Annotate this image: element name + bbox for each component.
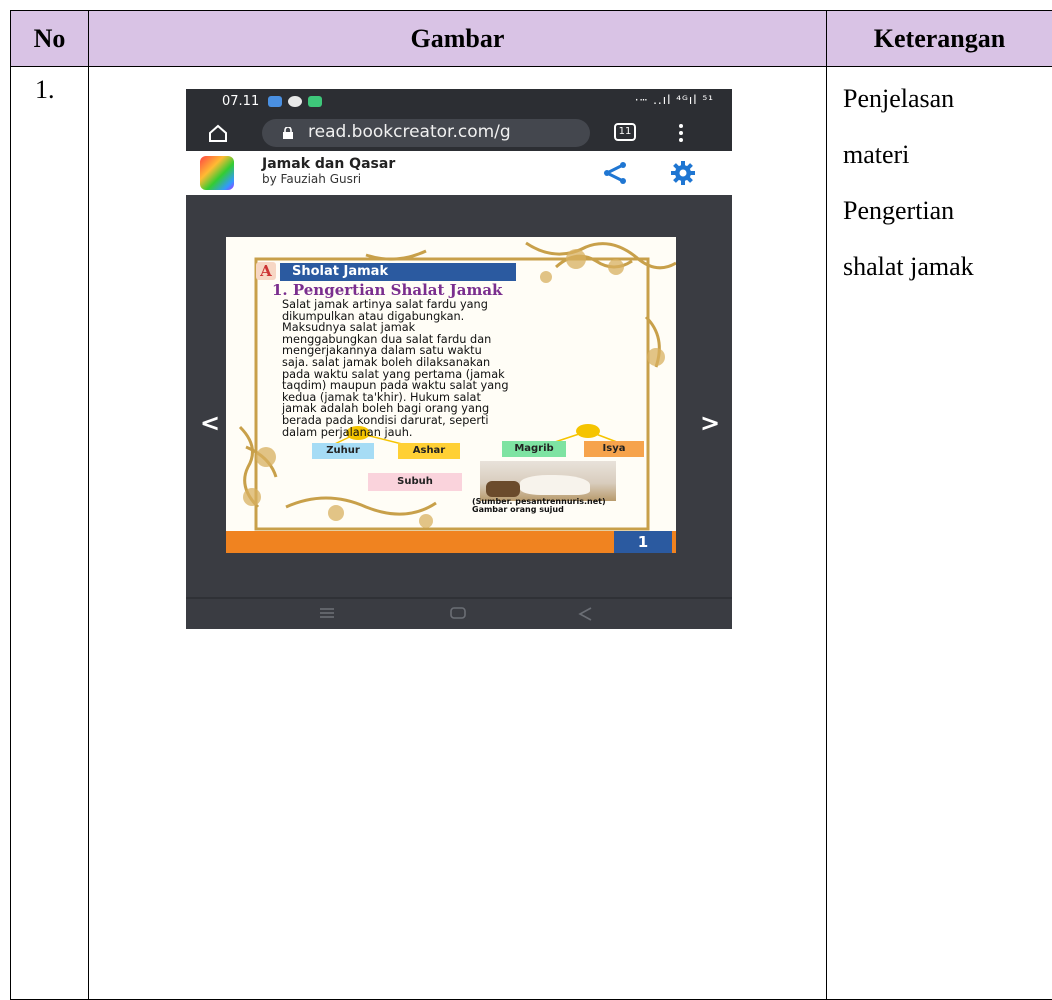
url-text: read.bookcreator.com/g <box>308 122 511 142</box>
book-app-bar: Jamak dan Qasar by Fauziah Gusri <box>186 151 732 195</box>
book-author: by Fauziah Gusri <box>262 172 362 186</box>
phone-screenshot: 07.11 ·ⵈ ..ıl ⁴ᴳıl ⁵¹ read.bookcreator.c… <box>186 89 732 629</box>
description-line: shalat jamak <box>843 252 974 281</box>
caption-line: Gambar orang sujud <box>472 505 564 514</box>
browser-toolbar: read.bookcreator.com/g 11 <box>186 115 732 151</box>
share-icon[interactable] <box>602 161 628 185</box>
url-bar[interactable]: read.bookcreator.com/g <box>262 119 590 147</box>
prayer-ashar: Ashar <box>398 443 460 459</box>
description-line: Pengertian <box>843 196 955 225</box>
header-gambar: Gambar <box>88 10 827 67</box>
status-bar: 07.11 ·ⵈ ..ıl ⁴ᴳıl ⁵¹ <box>186 89 732 115</box>
paragraph-line: saja. salat jamak boleh dilaksanakan <box>282 355 491 369</box>
prayer-zuhur: Zuhur <box>312 443 374 459</box>
book-page: A Sholat Jamak 1. Pengertian Shalat Jama… <box>226 237 676 553</box>
prayer-isya: Isya <box>584 441 644 457</box>
lock-icon <box>283 127 293 139</box>
notification-icon <box>268 96 282 107</box>
home-button-icon[interactable] <box>450 607 466 619</box>
android-nav-bar <box>186 599 732 629</box>
header-no: No <box>10 10 89 67</box>
recents-icon[interactable] <box>320 608 334 618</box>
section-badge: A <box>256 262 276 280</box>
back-icon[interactable] <box>578 607 592 621</box>
description-line: Penjelasan <box>843 84 955 113</box>
content-table: No Gambar Keterangan 1. 07.11 ·ⵈ ..ıl ⁴ᴳ… <box>10 10 1052 1000</box>
row-image-cell: 07.11 ·ⵈ ..ıl ⁴ᴳıl ⁵¹ read.bookcreator.c… <box>88 66 827 1000</box>
row-description: Penjelasan materi Pengertian shalat jama… <box>826 66 1052 1000</box>
description-line: materi <box>843 140 910 169</box>
photo-caption: (Sumber. pesantrennuris.net) Gambar oran… <box>472 498 606 514</box>
header-keterangan: Keterangan <box>826 10 1052 67</box>
gear-icon[interactable] <box>670 160 696 186</box>
more-menu-icon[interactable] <box>679 124 683 142</box>
section-header: Sholat Jamak <box>280 263 516 281</box>
status-time: 07.11 <box>222 94 260 109</box>
section-paragraph: Salat jamak artinya salat fardu yang dik… <box>282 299 610 438</box>
sujud-photo <box>480 461 616 501</box>
paragraph-line: Salat jamak artinya salat fardu yang <box>282 298 488 311</box>
prayer-magrib: Magrib <box>502 441 566 457</box>
home-icon[interactable] <box>208 123 228 143</box>
tabs-icon[interactable]: 11 <box>614 123 636 141</box>
next-page-icon[interactable]: > <box>700 409 720 437</box>
prayer-subuh: Subuh <box>368 473 462 491</box>
page-footer <box>226 531 676 553</box>
paragraph-line: dalam perjalanan jauh. <box>282 425 413 439</box>
book-creator-logo <box>200 156 234 190</box>
photo-figure <box>520 475 590 495</box>
browser-notification-icon <box>288 96 302 107</box>
row-number: 1. <box>10 66 89 1000</box>
photo-mat <box>486 481 520 497</box>
paragraph-line: berada pada kondisi darurat, seperti <box>282 413 489 427</box>
page-number: 1 <box>614 531 672 553</box>
table-row: 1. 07.11 ·ⵈ ..ıl ⁴ᴳıl ⁵¹ read.bookcreato… <box>10 66 1052 1000</box>
book-title: Jamak dan Qasar <box>262 156 396 172</box>
status-signal: ·ⵈ ..ıl ⁴ᴳıl ⁵¹ <box>634 93 714 107</box>
app-notification-icon <box>308 96 322 107</box>
paragraph-line: taqdim) maupun pada waktu salat yang <box>282 379 509 393</box>
section-subtitle: 1. Pengertian Shalat Jamak <box>272 281 503 299</box>
previous-page-icon[interactable]: < <box>200 409 220 437</box>
header-row: No Gambar Keterangan <box>10 10 1052 67</box>
